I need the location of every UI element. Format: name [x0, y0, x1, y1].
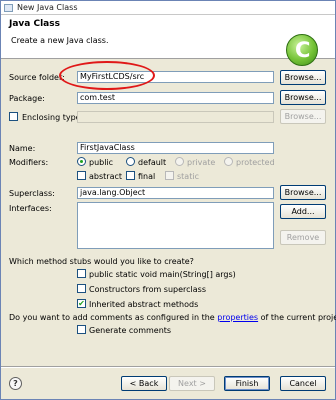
properties-link[interactable]: properties — [217, 313, 258, 322]
modifier-static-label: static — [177, 172, 199, 181]
constructors-checkbox[interactable] — [77, 284, 86, 293]
help-icon[interactable]: ? — [9, 377, 22, 390]
interfaces-label: Interfaces: — [9, 204, 52, 213]
source-folder-browse-button[interactable]: Browse... — [280, 70, 326, 85]
modifier-public-radio[interactable] — [77, 157, 86, 166]
modifier-protected-label: protected — [236, 158, 275, 167]
modifier-default-label: default — [138, 158, 167, 167]
java-class-logo-icon: C — [286, 34, 318, 66]
remove-interface-button[interactable]: Remove — [280, 230, 326, 245]
modifier-final-label: final — [138, 172, 156, 181]
wizard-heading: Java Class — [9, 19, 60, 29]
modifier-private-label: private — [187, 158, 216, 167]
superclass-label: Superclass: — [9, 189, 55, 198]
modifier-private-radio[interactable] — [175, 157, 184, 166]
cancel-button[interactable]: Cancel — [280, 376, 326, 391]
wizard-banner: Java Class Create a new Java class. C — [1, 15, 335, 66]
back-button[interactable]: < Back — [121, 376, 167, 391]
inherited-methods-checkbox[interactable]: ✔ — [77, 299, 86, 308]
wizard-description: Create a new Java class. — [11, 36, 109, 45]
modifier-default-radio[interactable] — [126, 157, 135, 166]
main-method-label: public static void main(String[] args) — [89, 270, 236, 279]
modifier-protected-radio[interactable] — [224, 157, 233, 166]
footer-separator — [1, 366, 335, 368]
enclosing-type-checkbox[interactable] — [9, 112, 18, 121]
generate-comments-label: Generate comments — [89, 326, 172, 335]
title-bar: New Java Class — [1, 1, 335, 15]
window-title: New Java Class — [17, 3, 78, 12]
highlight-oval — [59, 61, 155, 90]
modifier-public-label: public — [89, 158, 114, 167]
interfaces-list[interactable] — [77, 202, 274, 249]
name-label: Name: — [9, 144, 36, 153]
constructors-label: Constructors from superclass — [89, 285, 207, 294]
modifier-static-checkbox[interactable] — [165, 171, 174, 180]
add-interface-button[interactable]: Add... — [280, 204, 326, 219]
generate-comments-checkbox[interactable] — [77, 325, 86, 334]
package-browse-button[interactable]: Browse... — [280, 90, 326, 105]
comments-question: Do you want to add comments as configure… — [9, 313, 336, 322]
superclass-browse-button[interactable]: Browse... — [280, 185, 326, 200]
enclosing-type-field[interactable] — [77, 111, 274, 123]
source-folder-label: Source folder: — [9, 73, 65, 82]
finish-button[interactable]: Finish — [224, 376, 270, 391]
modifier-abstract-label: abstract — [89, 172, 123, 181]
modifier-abstract-checkbox[interactable] — [77, 171, 86, 180]
package-field[interactable]: com.test — [77, 92, 274, 104]
inherited-methods-label: Inherited abstract methods — [89, 300, 199, 309]
package-label: Package: — [9, 94, 45, 103]
main-method-checkbox[interactable] — [77, 269, 86, 278]
new-java-class-dialog: New Java Class Java Class Create a new J… — [0, 0, 336, 400]
modifiers-label: Modifiers: — [9, 158, 49, 167]
enclosing-type-label: Enclosing type: — [22, 113, 84, 122]
window-icon — [4, 4, 13, 12]
modifier-final-checkbox[interactable] — [126, 171, 135, 180]
enclosing-type-browse-button[interactable]: Browse... — [280, 109, 326, 124]
next-button[interactable]: Next > — [169, 376, 215, 391]
class-name-field[interactable]: FirstJavaClass — [77, 142, 274, 154]
superclass-field[interactable]: java.lang.Object — [77, 187, 274, 199]
method-stubs-question: Which method stubs would you like to cre… — [9, 257, 194, 266]
